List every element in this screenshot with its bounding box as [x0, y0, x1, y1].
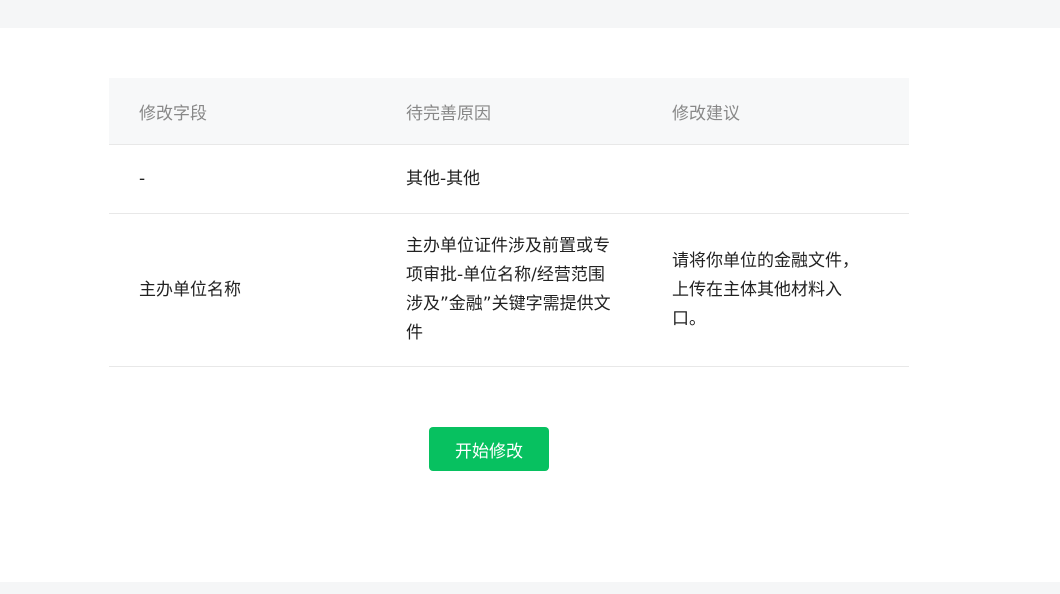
table-header-row: 修改字段 待完善原因 修改建议 [109, 78, 909, 145]
revision-table: 修改字段 待完善原因 修改建议 - 其他-其他 主办单位名称 主办单位证件涉及前… [109, 78, 909, 367]
cell-reason: 主办单位证件涉及前置或专项审批-单位名称/经营范围涉及”金融”关键字需提供文件 [406, 236, 611, 343]
header-reason: 待完善原因 [406, 103, 491, 124]
header-suggestion: 修改建议 [672, 103, 740, 124]
cell-reason: 其他-其他 [406, 168, 481, 189]
table-row: 主办单位名称 主办单位证件涉及前置或专项审批-单位名称/经营范围涉及”金融”关键… [109, 214, 909, 367]
cell-field: - [139, 168, 146, 189]
cell-reason-wrapper: 主办单位证件涉及前置或专项审批-单位名称/经营范围涉及”金融”关键字需提供文件 [376, 232, 643, 348]
header-field: 修改字段 [139, 103, 207, 124]
table-row: - 其他-其他 [109, 145, 909, 214]
cell-field: 主办单位名称 [139, 279, 241, 300]
cell-suggestion-wrapper: 请将你单位的金融文件，上传在主体其他材料入口。 [643, 247, 909, 334]
page-content: 修改字段 待完善原因 修改建议 - 其他-其他 主办单位名称 主办单位证件涉及前… [0, 28, 1060, 582]
cell-suggestion: 请将你单位的金融文件，上传在主体其他材料入口。 [672, 250, 859, 329]
start-edit-button[interactable]: 开始修改 [429, 427, 549, 471]
